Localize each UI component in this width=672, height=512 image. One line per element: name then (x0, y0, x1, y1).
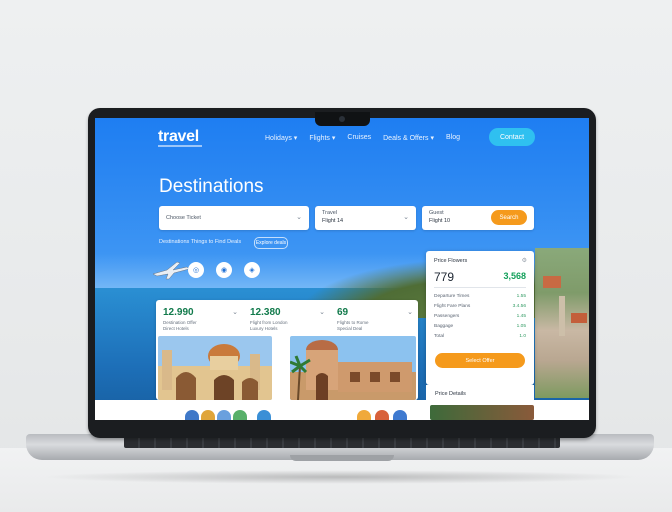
nav-item-deals[interactable]: Deals & Offers ▾ (383, 134, 434, 142)
trackpad-notch (290, 455, 394, 461)
deal-card[interactable]: 12.990 Destination Offer Direct Hotels ⌄ (156, 300, 272, 400)
row-value: 1.45 (516, 314, 526, 319)
chevron-down-icon: ⌄ (319, 309, 325, 316)
laptop-shadow (40, 470, 640, 484)
nav-item-cruises[interactable]: Cruises (347, 134, 371, 142)
town-roof (543, 276, 561, 288)
panel-price-left: 779 (434, 270, 455, 284)
destination-select[interactable]: Choose Ticket ⌄ (159, 206, 309, 230)
deal-line2: Direct Hotels (163, 326, 189, 331)
target-icon[interactable]: ◉ (216, 262, 232, 278)
panel-price-right: 3,568 (503, 271, 526, 281)
avatar[interactable] (217, 410, 231, 420)
panel-row: Baggage 1.05 (434, 324, 526, 329)
dates-field[interactable]: Travel Flight 14 ⌄ (315, 206, 416, 230)
row-value: 1.05 (516, 324, 526, 329)
row-label: Total (434, 334, 445, 339)
panel-row: Departure Times 1.55 (434, 294, 526, 299)
avatar[interactable] (201, 410, 215, 420)
guests-value: Flight 10 (429, 218, 451, 224)
browser-screen: travel Holidays ▾ Flights ▾ Cruises Deal… (95, 118, 589, 420)
contact-button[interactable]: Contact (489, 128, 535, 146)
nav-item-blog[interactable]: Blog (446, 134, 460, 142)
site-logo[interactable]: travel (158, 128, 199, 146)
compass-icon[interactable]: ◎ (188, 262, 204, 278)
avatar[interactable] (233, 410, 247, 420)
row-label: Passengers (434, 314, 460, 319)
deal-line2: Special Deal (337, 326, 363, 331)
deal-line1: Flight from London (250, 320, 288, 325)
nav-item-flights[interactable]: Flights ▾ (309, 134, 335, 142)
panel-row: Flight Fare Plans 3.4.56 (434, 304, 526, 309)
destination-thumbnail[interactable] (430, 405, 534, 420)
avatar[interactable] (357, 410, 371, 420)
row-label: Departure Times (434, 294, 470, 299)
webcam (339, 116, 345, 122)
dates-value: Flight 14 (322, 218, 344, 224)
chevron-down-icon: ⌄ (232, 309, 238, 316)
deal-line1: Destination Offer (163, 320, 197, 325)
row-value: 1.55 (516, 294, 526, 299)
main-nav: Holidays ▾ Flights ▾ Cruises Deals & Off… (265, 134, 460, 142)
page-title: Destinations (159, 176, 264, 197)
deal-line1: Flights to Rome (337, 320, 369, 325)
booking-panel: Price Flowers ⚙ 779 3,568 Departure Time… (426, 251, 534, 385)
diamond-icon[interactable]: ◈ (244, 262, 260, 278)
explore-deals-pill[interactable]: Explore deals (254, 237, 288, 249)
avatar[interactable] (257, 410, 271, 420)
panel-heading: Price Flowers (434, 258, 468, 264)
chevron-down-icon: ⌄ (407, 309, 413, 316)
deal-price: 12.380 (250, 307, 281, 318)
panel-row: Passengers 1.45 (434, 314, 526, 319)
panel-row: Total 1.0 (434, 334, 526, 339)
villa-palm-photo (290, 336, 416, 400)
airplane-icon (152, 261, 190, 280)
select-offer-button[interactable]: Select Offer (435, 353, 525, 368)
row-label: Baggage (434, 324, 454, 329)
deal-price: 12.990 (163, 307, 194, 318)
row-value: 1.0 (519, 334, 526, 339)
avatar[interactable] (375, 410, 389, 420)
dates-label: Travel (322, 210, 338, 216)
row-label: Flight Fare Plans (434, 304, 471, 309)
logo-underline (158, 145, 202, 147)
destination-placeholder: Choose Ticket (166, 215, 201, 221)
town-tower (559, 296, 565, 336)
town-roof (571, 313, 587, 323)
chevron-down-icon: ⌄ (403, 214, 409, 221)
deal-line2: Luxury Hotels (250, 326, 278, 331)
avatar[interactable] (393, 410, 407, 420)
nav-item-holidays[interactable]: Holidays ▾ (265, 134, 297, 142)
row-value: 3.4.56 (512, 304, 526, 309)
guests-label: Guest (429, 210, 444, 216)
deal-price: 69 (337, 307, 349, 318)
quick-filters[interactable]: Destinations Things to Find Deals (159, 239, 241, 245)
price-details-heading: Price Details (435, 391, 466, 397)
settings-icon[interactable]: ⚙ (522, 257, 527, 264)
chevron-down-icon: ⌄ (296, 214, 302, 221)
search-button[interactable]: Search (491, 210, 527, 225)
divider (434, 287, 526, 288)
avatar[interactable] (185, 410, 199, 420)
deal-cards: 12.990 Destination Offer Direct Hotels ⌄ (156, 300, 418, 400)
